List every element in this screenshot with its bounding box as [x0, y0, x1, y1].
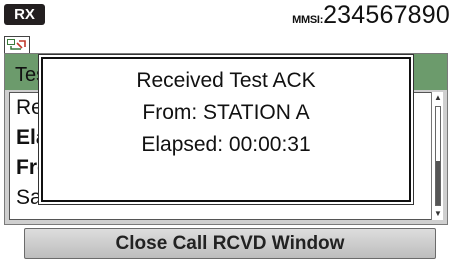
dialog-elapsed: Elapsed: 00:00:31	[141, 133, 311, 156]
dialog-title: Received Test ACK	[136, 69, 316, 92]
dsc-communication-icon	[4, 36, 30, 54]
rx-badge: RX	[4, 4, 45, 25]
scroll-up-icon[interactable]: ▲	[433, 93, 443, 103]
scroll-thumb[interactable]	[436, 161, 440, 205]
mmsi-value: 234567890	[323, 1, 450, 29]
icon-row	[0, 30, 452, 52]
mmsi-display: MMSI: 234567890	[292, 1, 450, 29]
dialog-from: From: STATION A	[142, 101, 310, 124]
status-bar: RX MMSI: 234567890	[0, 0, 452, 30]
scrollbar[interactable]: ▲ ▼	[431, 92, 443, 220]
scroll-track[interactable]	[435, 106, 441, 206]
scroll-down-icon[interactable]: ▼	[433, 209, 443, 219]
mmsi-label: MMSI:	[292, 14, 324, 26]
close-call-rcvd-window-button[interactable]: Close Call RCVD Window	[24, 228, 436, 259]
received-test-ack-dialog: Received Test ACK From: STATION A Elapse…	[38, 54, 414, 205]
